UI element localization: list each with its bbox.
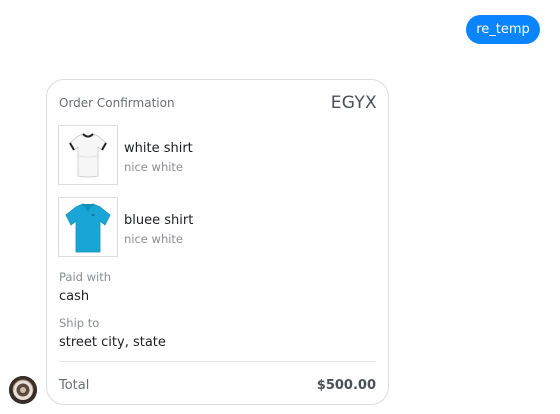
receipt-item[interactable]: bluee shirt nice white [58, 197, 358, 257]
receipt-title: Order Confirmation [59, 96, 175, 110]
receipt-item[interactable]: white shirt nice white [58, 125, 358, 185]
chat-thread: re_temp Order Confirmation EGYX white sh… [0, 0, 560, 414]
avatar[interactable] [9, 376, 37, 404]
order-receipt-card[interactable]: Order Confirmation EGYX white shirt nice… [46, 79, 389, 405]
blue-tshirt-icon [58, 197, 118, 257]
user-message-bubble[interactable]: re_temp [466, 15, 540, 44]
item-name: bluee shirt [124, 213, 194, 228]
item-description: nice white [124, 160, 184, 174]
merchant-name: EGYX [330, 93, 377, 113]
shipping-label: Ship to [59, 316, 100, 330]
payment-label: Paid with [59, 270, 112, 284]
shipping-address: street city, state [59, 335, 166, 350]
total-label: Total [59, 378, 90, 393]
white-tshirt-icon [58, 125, 118, 185]
item-description: nice white [124, 232, 184, 246]
item-name: white shirt [124, 141, 193, 156]
payment-method: cash [59, 289, 90, 304]
divider [59, 361, 376, 362]
total-amount: $500.00 [316, 378, 376, 393]
